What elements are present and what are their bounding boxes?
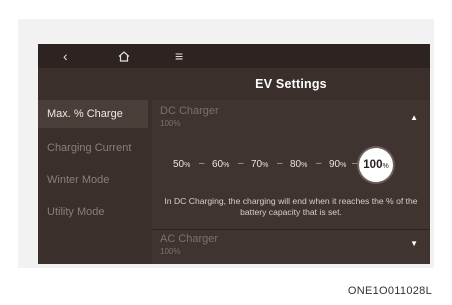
step-separator: – [277,158,283,169]
dc-charging-note: In DC Charging, the charging will end wh… [164,196,418,217]
sidebar-item-charging-current[interactable]: Charging Current [38,134,148,162]
sidebar: Max. % Charge Charging Current Winter Mo… [38,100,148,264]
ac-charger-section: AC Charger 100% ▼ [152,229,430,264]
home-icon[interactable] [118,47,134,65]
step-separator: – [352,158,358,169]
menu-icon[interactable]: ≡ [175,47,183,65]
sidebar-item-winter-mode[interactable]: Winter Mode [38,166,148,194]
page-title: EV Settings [255,77,327,91]
collapse-caret-icon[interactable]: ▲ [410,113,418,122]
step-separator: – [199,158,205,169]
ev-settings-screen: ‹ ≡ EV Settings Max. % Charge Charging C… [38,44,430,264]
figure-code: ONE1O011028L [347,285,432,297]
ac-charger-value: 100% [160,247,181,256]
step-70[interactable]: 70% [251,159,268,170]
step-separator: – [316,158,322,169]
step-50[interactable]: 50% [173,159,190,170]
expand-caret-icon[interactable]: ▼ [410,239,418,248]
ac-charger-label[interactable]: AC Charger [160,233,218,245]
step-separator: – [238,158,244,169]
step-90[interactable]: 90% [329,159,346,170]
step-80[interactable]: 80% [290,159,307,170]
dc-charger-label[interactable]: DC Charger [160,105,219,117]
dc-charger-value: 100% [160,119,181,128]
step-100-selected[interactable]: 100% [359,148,393,182]
sidebar-item-max-charge[interactable]: Max. % Charge [38,100,148,128]
step-60[interactable]: 60% [212,159,229,170]
charge-level-selector: 50% – 60% – 70% – 80% – 90% – 100% [152,148,430,182]
back-icon[interactable]: ‹ [63,47,68,65]
top-bar: ‹ ≡ [38,44,430,68]
sidebar-item-utility-mode[interactable]: Utility Mode [38,198,148,226]
dc-charger-section: DC Charger 100% ▲ 50% – 60% – 70% – 80% … [152,100,430,244]
